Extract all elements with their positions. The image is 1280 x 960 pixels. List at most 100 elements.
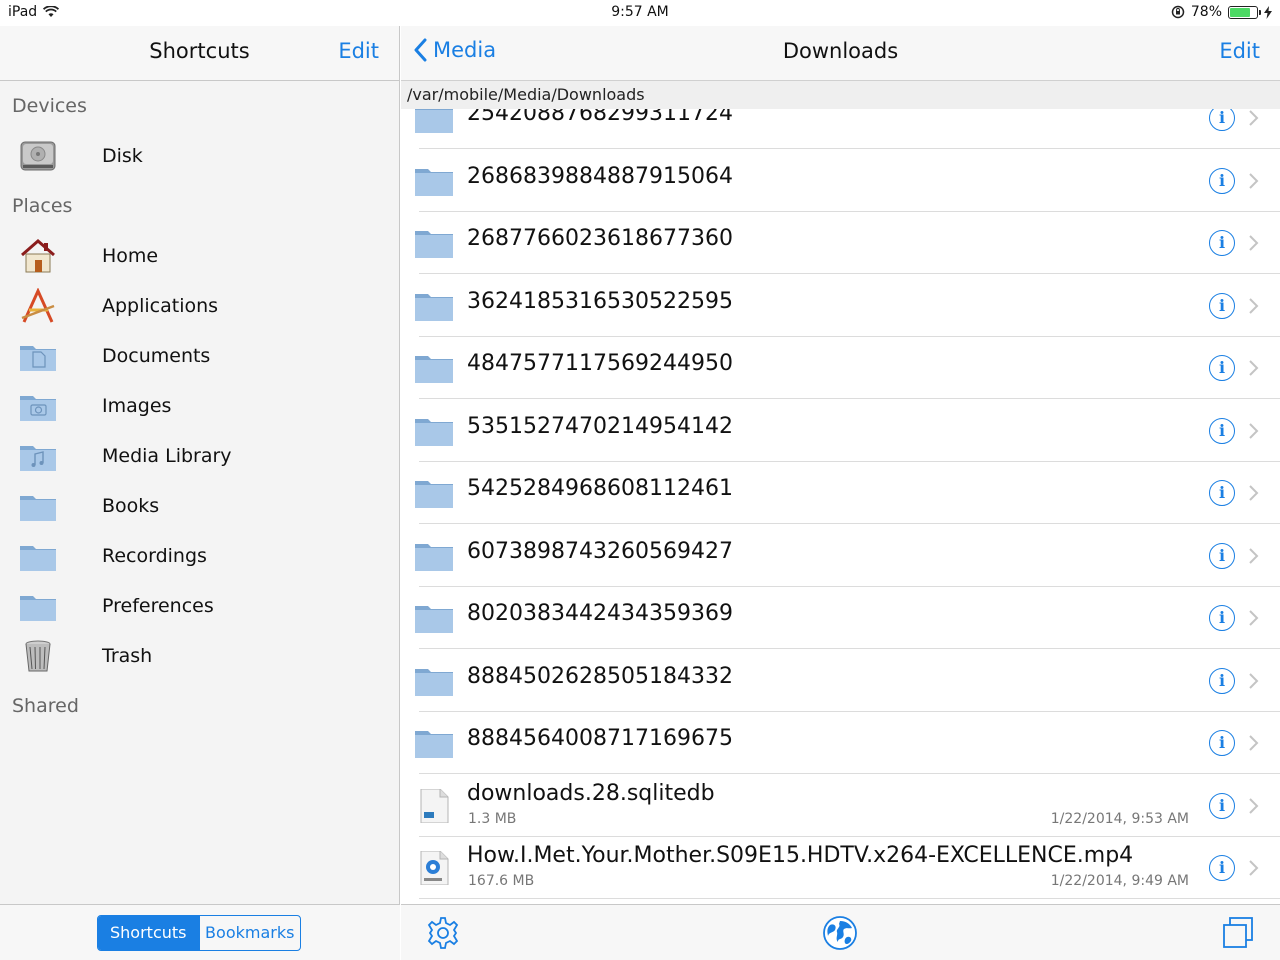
sidebar-item-disk[interactable]: Disk <box>0 131 399 181</box>
file-size: 167.6 MB <box>468 873 535 889</box>
info-button[interactable]: i <box>1209 417 1235 444</box>
images-folder-icon <box>20 396 56 421</box>
chevron-right-icon <box>1249 485 1259 501</box>
chevron-right-icon <box>1249 360 1259 376</box>
folder-icon <box>415 231 453 258</box>
folder-icon <box>415 481 453 508</box>
file-name: 6073898743260569427 <box>467 538 733 564</box>
file-list: 2542088768299311724 i 2686839884887915064 i… <box>401 109 1280 904</box>
main-nav-bar: Media Downloads Edit <box>401 26 1280 81</box>
sidebar-item-preferences[interactable]: Preferences <box>0 581 399 631</box>
sidebar-nav-bar: Shortcuts Edit <box>0 26 399 81</box>
folder-row[interactable]: 2686839884887915064 i <box>401 150 1280 212</box>
info-button[interactable]: i <box>1209 480 1235 506</box>
segment-bookmarks[interactable]: Bookmarks <box>198 916 301 950</box>
info-button[interactable]: i <box>1209 855 1235 881</box>
file-size: 1.3 MB <box>468 810 517 827</box>
folder-icon <box>415 293 453 321</box>
chevron-right-icon <box>1249 860 1259 876</box>
sidebar-item-label: Applications <box>102 295 219 317</box>
documents-folder-icon <box>20 346 56 371</box>
sidebar-item-label: Trash <box>102 645 153 667</box>
folder-icon <box>415 168 453 196</box>
sidebar-item-label: Documents <box>102 345 211 367</box>
file-name: 3624185316530522595 <box>467 288 733 314</box>
info-button[interactable]: i <box>1209 542 1235 569</box>
segment-shortcuts[interactable]: Shortcuts <box>98 916 199 950</box>
info-button[interactable]: i <box>1209 605 1235 631</box>
folder-row[interactable]: 8884564008717169675 i <box>401 712 1280 774</box>
chevron-right-icon <box>1249 422 1259 439</box>
path-bar: /var/mobile/Media/Downloads <box>401 81 1280 109</box>
info-button[interactable]: i <box>1209 730 1235 756</box>
folder-row[interactable]: 5351527470214954142 i <box>401 400 1280 462</box>
folder-row[interactable]: 2542088768299311724 i <box>401 109 1280 149</box>
main-edit-button[interactable]: Edit <box>1219 39 1260 63</box>
file-row[interactable]: downloads.28.sqlitedb 1.3 MB 1/22/2014, 9:… <box>401 775 1280 837</box>
file-browser: Media Downloads Edit /var/mobile/Media/D… <box>401 26 1280 960</box>
folder-row[interactable]: 2687766023618677360 i <box>401 212 1280 274</box>
file-date: 1/22/2014, 9:53 AM <box>1050 810 1189 827</box>
windows-icon[interactable] <box>1220 915 1256 951</box>
folder-row[interactable]: 3624185316530522595 i <box>401 275 1280 337</box>
info-button[interactable]: i <box>1209 792 1235 819</box>
sidebar-item-label: Images <box>102 395 172 417</box>
sidebar-item-recordings[interactable]: Recordings <box>0 531 399 581</box>
battery-icon <box>1228 5 1261 19</box>
sidebar-item-home[interactable]: Home <box>0 231 399 281</box>
info-button[interactable]: i <box>1209 292 1235 319</box>
sidebar-item-books[interactable]: Books <box>0 481 399 531</box>
folder-icon <box>20 546 56 571</box>
status-bar: iPad 9:57 AM 78% <box>0 0 1280 26</box>
gear-icon[interactable] <box>425 915 461 951</box>
folder-icon <box>415 109 453 133</box>
sidebar-item-images[interactable]: Images <box>0 381 399 431</box>
sidebar-item-trash[interactable]: Trash <box>0 631 399 681</box>
status-time: 9:57 AM <box>611 4 669 20</box>
chevron-right-icon <box>1249 735 1259 751</box>
chevron-right-icon <box>1249 797 1259 814</box>
rotation-lock-icon <box>1171 5 1185 19</box>
file-date: 1/22/2014, 9:49 AM <box>1050 873 1189 889</box>
folder-row[interactable]: 4847577117569244950 i <box>401 337 1280 399</box>
sidebar-item-applications[interactable]: Applications <box>0 281 399 331</box>
file-row[interactable]: How.I.Met.Your.Mother.S09E15.HDTV.x264-E… <box>401 837 1280 899</box>
sidebar-bottom-bar: Shortcuts Bookmarks <box>0 904 400 960</box>
sidebar-item-label: Media Library <box>102 445 232 467</box>
section-header-places: Places <box>12 195 73 217</box>
sidebar-item-documents[interactable]: Documents <box>0 331 399 381</box>
row-separator <box>419 898 1280 899</box>
bottom-toolbar <box>401 904 1280 960</box>
sidebar-segmented-control: Shortcuts Bookmarks <box>97 915 301 951</box>
trash-icon <box>25 640 51 672</box>
info-button[interactable]: i <box>1209 109 1235 131</box>
folder-row[interactable]: 6073898743260569427 i <box>401 525 1280 587</box>
charging-icon <box>1264 5 1272 19</box>
chevron-right-icon <box>1249 610 1259 626</box>
movie-file-icon <box>420 851 449 885</box>
file-name: 2542088768299311724 <box>467 109 733 126</box>
folder-icon <box>415 606 453 633</box>
info-button[interactable]: i <box>1209 667 1235 694</box>
info-button[interactable]: i <box>1209 230 1235 256</box>
info-button[interactable]: i <box>1209 355 1235 381</box>
folder-icon <box>20 596 56 621</box>
folder-row[interactable]: 5425284968608112461 i <box>401 462 1280 524</box>
chevron-right-icon <box>1249 297 1259 314</box>
section-header-shared: Shared <box>12 695 79 717</box>
globe-icon[interactable] <box>822 915 858 951</box>
home-icon <box>21 239 55 273</box>
folder-row[interactable]: 8884502628505184332 i <box>401 650 1280 712</box>
chevron-right-icon <box>1249 547 1259 564</box>
applications-icon <box>21 288 55 323</box>
file-name: 2687766023618677360 <box>467 226 733 251</box>
section-header-devices: Devices <box>12 95 87 117</box>
sidebar: Shortcuts Edit Devices Disk Places Home … <box>0 26 400 960</box>
file-name: 5425284968608112461 <box>467 476 733 501</box>
folder-row[interactable]: 8020383442434359369 i <box>401 587 1280 649</box>
sqlite-file-icon <box>420 788 449 823</box>
sidebar-item-label: Preferences <box>102 595 214 617</box>
sidebar-item-media-library[interactable]: Media Library <box>0 431 399 481</box>
sidebar-edit-button[interactable]: Edit <box>338 39 379 63</box>
info-button[interactable]: i <box>1209 167 1235 194</box>
